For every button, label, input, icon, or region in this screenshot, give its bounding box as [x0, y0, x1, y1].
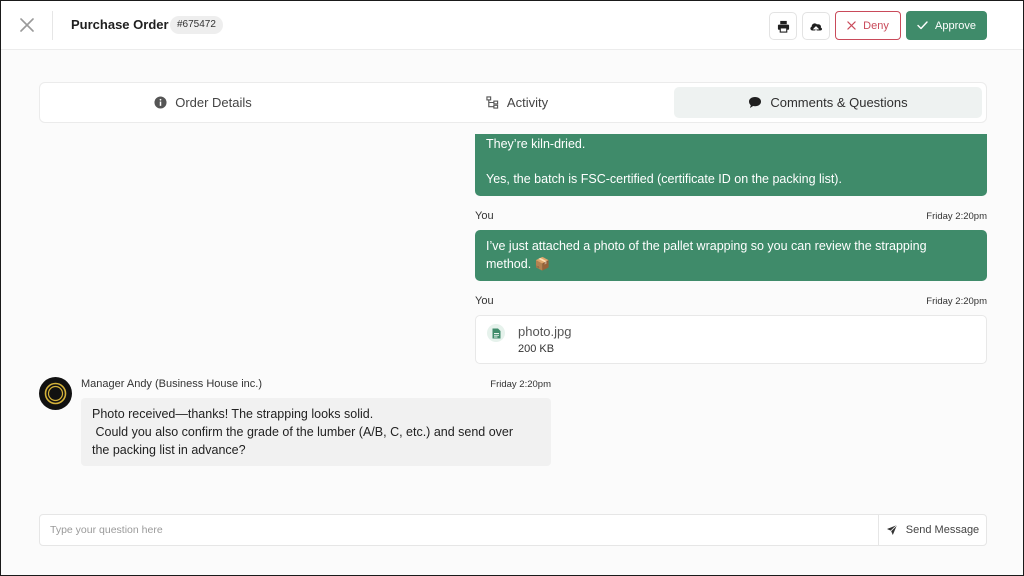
upload-button[interactable] [802, 12, 830, 40]
message-author: You [475, 210, 494, 222]
close-icon [847, 21, 856, 30]
file-icon-wrapper [487, 324, 505, 342]
message-bubble-outgoing: I’ve just attached a photo of the pallet… [475, 230, 987, 281]
tab-comments-questions[interactable]: Comments & Questions [674, 87, 982, 118]
header-bar: Purchase Order #675472 Deny Approve [1, 1, 1023, 50]
tab-bar: Order Details Activity Comments & Questi… [39, 82, 987, 123]
approve-button[interactable]: Approve [906, 11, 987, 40]
message-author: Manager Andy (Business House inc.) [81, 378, 262, 390]
page-title: Purchase Order [71, 17, 169, 32]
send-icon [886, 524, 898, 535]
message-timestamp: Friday 2:20pm [490, 379, 551, 390]
printer-icon [777, 20, 789, 33]
deny-button[interactable]: Deny [835, 11, 901, 40]
hierarchy-icon [486, 96, 499, 109]
tab-label: Activity [506, 95, 549, 110]
message-composer: Send Message [39, 514, 987, 546]
message-text: Could you also confirm the grade of the … [92, 425, 514, 439]
file-attachment[interactable]: photo.jpg 200 KB [475, 315, 987, 364]
close-icon [20, 18, 34, 32]
info-icon [154, 96, 167, 109]
message-text: Yes, the batch is FSC-certified (certifi… [486, 172, 842, 186]
chat-bubble-icon [749, 97, 762, 108]
file-name: photo.jpg [518, 324, 572, 339]
message-bubble-incoming: Photo received—thanks! The strapping loo… [81, 398, 551, 466]
tab-label: Order Details [175, 95, 252, 110]
message-text: method. 📦 [486, 257, 551, 271]
message-bubble-outgoing: They’re kiln-dried. Yes, the batch is FS… [475, 134, 987, 196]
header-divider [52, 11, 53, 40]
message-text: They’re kiln-dried. [486, 137, 586, 151]
cloud-upload-icon [810, 22, 823, 33]
tab-label: Comments & Questions [770, 95, 908, 110]
order-number-badge: #675472 [170, 16, 223, 34]
question-input[interactable] [40, 515, 878, 545]
company-logo-icon [44, 382, 67, 405]
deny-button-label: Deny [863, 19, 889, 32]
message-text: the packing list in advance? [92, 443, 246, 457]
send-message-button[interactable]: Send Message [878, 515, 986, 545]
send-message-label: Send Message [905, 524, 980, 536]
document-icon [492, 328, 500, 338]
message-author: You [475, 295, 494, 307]
message-text: I’ve just attached a photo of the pallet… [486, 239, 927, 253]
message-timestamp: Friday 2:20pm [926, 211, 987, 222]
checkmark-icon [917, 21, 928, 30]
close-button[interactable] [15, 13, 39, 37]
purchase-order-window: Purchase Order #675472 Deny Approve Orde… [0, 0, 1024, 576]
print-button[interactable] [769, 12, 797, 40]
message-timestamp: Friday 2:20pm [926, 296, 987, 307]
message-text: Photo received—thanks! The strapping loo… [92, 407, 374, 421]
file-size: 200 KB [518, 343, 555, 355]
tab-activity[interactable]: Activity [362, 87, 672, 118]
tab-order-details[interactable]: Order Details [48, 87, 358, 118]
avatar [39, 377, 72, 410]
approve-button-label: Approve [935, 19, 976, 32]
